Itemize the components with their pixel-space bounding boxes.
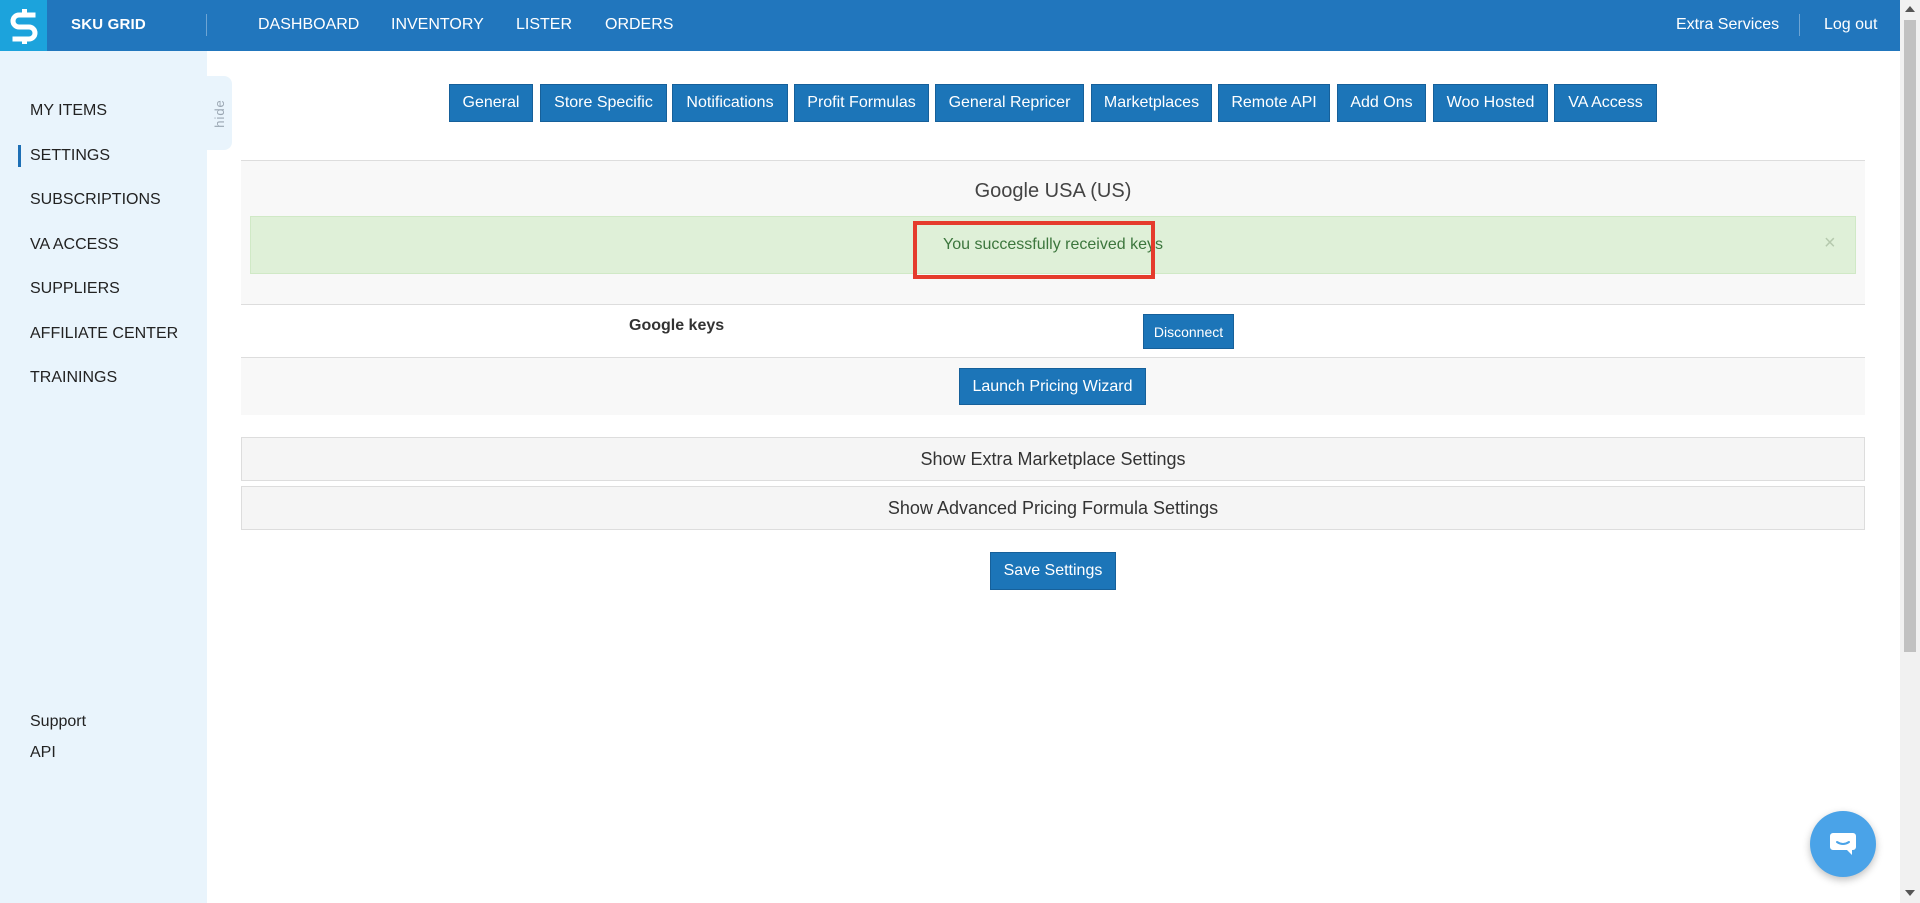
top-navbar: SKU GRID DASHBOARD INVENTORY LISTER ORDE…	[0, 0, 1900, 51]
tab-general[interactable]: General	[449, 84, 533, 122]
save-settings-button[interactable]: Save Settings	[990, 552, 1116, 590]
marketplace-title: Google USA (US)	[974, 180, 1132, 202]
tab-general-repricer[interactable]: General Repricer	[935, 84, 1084, 122]
tab-va-access[interactable]: VA Access	[1554, 84, 1657, 122]
tab-store-specific[interactable]: Store Specific	[540, 84, 667, 122]
sidebar: MY ITEMS SETTINGS SUBSCRIPTIONS VA ACCES…	[0, 51, 207, 903]
sidebar-item-subscriptions[interactable]: SUBSCRIPTIONS	[30, 191, 161, 209]
show-extra-marketplace-settings-toggle[interactable]: Show Extra Marketplace Settings	[241, 437, 1865, 481]
nav-orders[interactable]: ORDERS	[605, 0, 673, 49]
nav-dashboard[interactable]: DASHBOARD	[258, 0, 359, 49]
scroll-thumb[interactable]	[1904, 20, 1916, 652]
tab-woo-hosted[interactable]: Woo Hosted	[1433, 84, 1548, 122]
divider	[1799, 14, 1800, 36]
tab-notifications[interactable]: Notifications	[672, 84, 788, 122]
sidebar-link-support[interactable]: Support	[30, 713, 86, 731]
logo-icon[interactable]	[0, 0, 47, 51]
scroll-up-arrow-icon[interactable]	[1905, 6, 1915, 12]
chat-bubble-icon	[1830, 833, 1856, 855]
show-advanced-pricing-formula-settings-toggle[interactable]: Show Advanced Pricing Formula Settings	[241, 486, 1865, 530]
sidebar-hide-toggle[interactable]: hide	[207, 76, 232, 150]
hide-label: hide	[212, 98, 228, 128]
logout-link[interactable]: Log out	[1824, 0, 1877, 49]
extra-services-link[interactable]: Extra Services	[1676, 0, 1779, 49]
disconnect-button[interactable]: Disconnect	[1143, 314, 1234, 349]
chat-button[interactable]	[1810, 811, 1876, 877]
sidebar-link-api[interactable]: API	[30, 744, 56, 762]
sidebar-item-trainings[interactable]: TRAININGS	[30, 369, 117, 387]
sidebar-item-my-items[interactable]: MY ITEMS	[30, 102, 107, 120]
tab-add-ons[interactable]: Add Ons	[1337, 84, 1426, 122]
sidebar-item-settings[interactable]: SETTINGS	[17, 145, 110, 167]
brand-name[interactable]: SKU GRID	[71, 0, 146, 49]
tab-profit-formulas[interactable]: Profit Formulas	[794, 84, 929, 122]
scroll-down-arrow-icon[interactable]	[1905, 890, 1915, 896]
nav-lister[interactable]: LISTER	[516, 0, 572, 49]
highlight-box	[913, 221, 1155, 279]
sidebar-item-va-access[interactable]: VA ACCESS	[30, 236, 119, 254]
page-scrollbar[interactable]	[1900, 0, 1920, 903]
sidebar-item-affiliate-center[interactable]: AFFILIATE CENTER	[30, 325, 178, 343]
sidebar-item-suppliers[interactable]: SUPPLIERS	[30, 280, 120, 298]
nav-inventory[interactable]: INVENTORY	[391, 0, 484, 49]
divider	[206, 14, 207, 36]
tab-marketplaces[interactable]: Marketplaces	[1091, 84, 1212, 122]
dollar-s-logo-icon	[10, 8, 37, 44]
close-icon[interactable]: ×	[1824, 232, 1836, 255]
google-keys-row	[241, 305, 1865, 357]
launch-pricing-wizard-button[interactable]: Launch Pricing Wizard	[959, 368, 1146, 405]
google-keys-label: Google keys	[629, 317, 725, 334]
tab-remote-api[interactable]: Remote API	[1218, 84, 1330, 122]
